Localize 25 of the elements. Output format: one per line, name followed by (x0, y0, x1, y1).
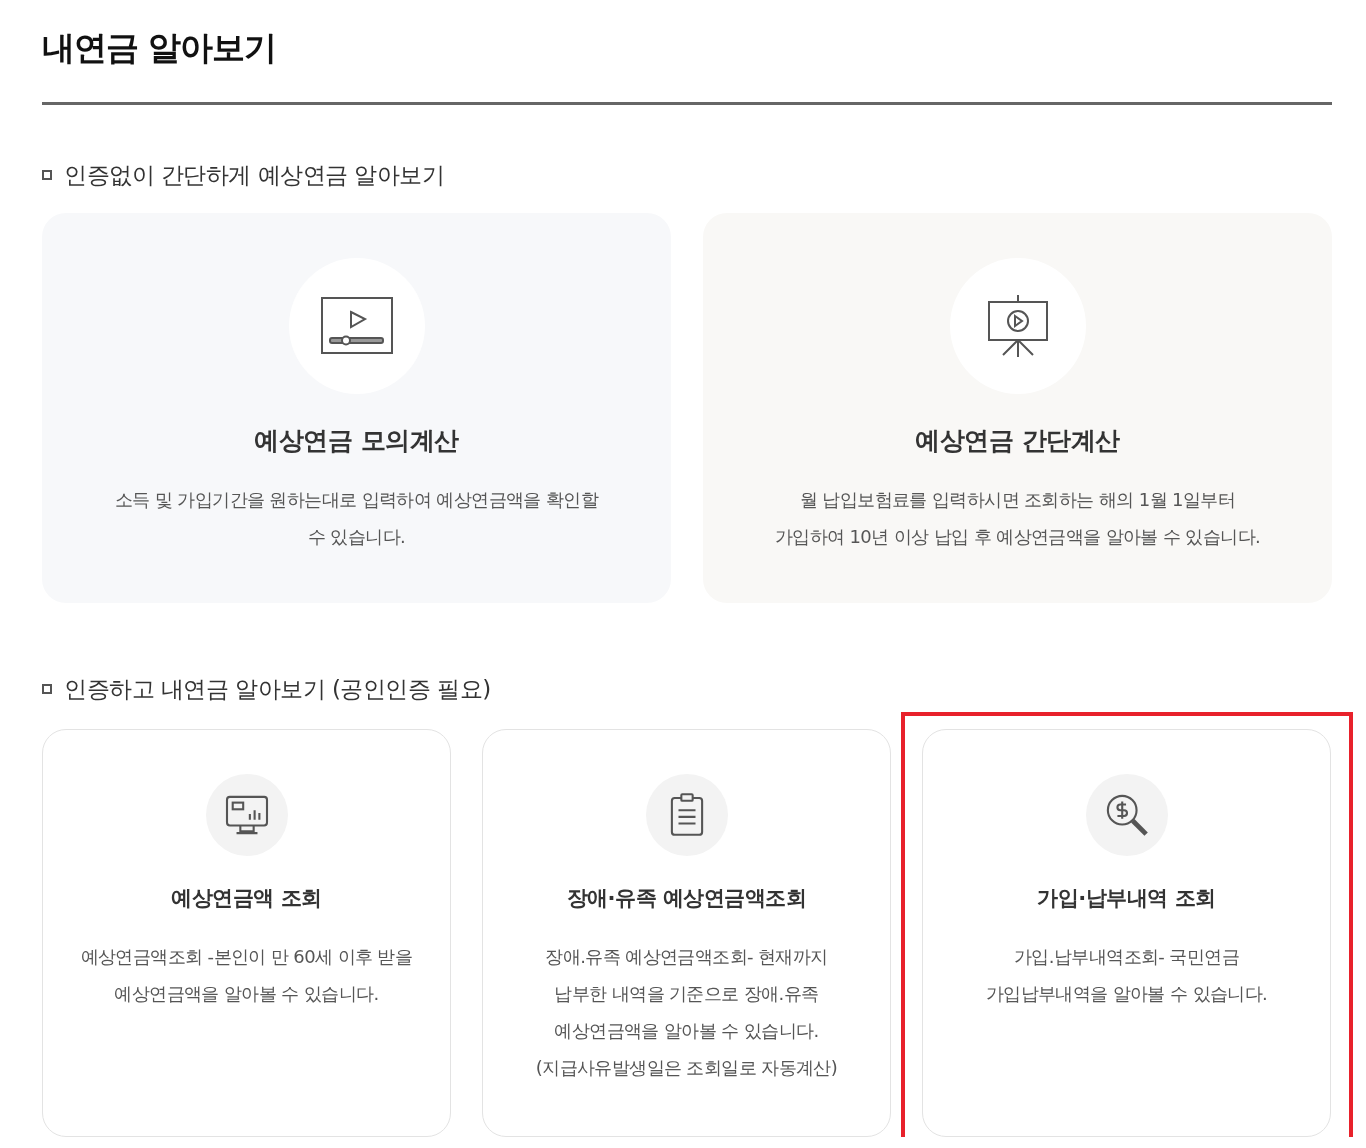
presentation-board-icon (986, 294, 1049, 358)
card-title: 예상연금 간단계산 (915, 425, 1120, 457)
card-description: 가입.납부내역조회- 국민연금 가입납부내역을 알아볼 수 있습니다. (985, 945, 1268, 1006)
card-title: 가입·납부내역 조회 (1037, 885, 1216, 912)
card-title: 예상연금 모의계산 (254, 425, 459, 457)
dollar-magnifier-icon (1104, 793, 1149, 837)
service-card[interactable]: 장애·유족 예상연금액조회 장애.유족 예상연금액조회- 현재까지 납부한 내역을 기준으로 장애.유족 예상연금액을 알아볼 수 있습니다. (지급사유발생일은 조회일로 자동계산) (482, 729, 891, 1137)
service-card[interactable]: 예상연금 모의계산 소득 및 가입기간을 원하는대로 입력하여 예상연금액을 확인할 수 있습니다. (42, 213, 671, 603)
card-title: 예상연금액 조회 (171, 885, 322, 912)
bullet-icon (42, 684, 52, 694)
clipboard-icon (669, 793, 704, 837)
card-title: 장애·유족 예상연금액조회 (566, 885, 807, 912)
card-description: 예상연금액조회 -본인이 만 60세 이후 받을 예상연금액을 알아볼 수 있습니다. (80, 945, 413, 1006)
service-card[interactable]: 예상연금액 조회 예상연금액조회 -본인이 만 60세 이후 받을 예상연금액을 알아볼 수 있습니다. (42, 729, 451, 1137)
video-player-icon (320, 297, 393, 355)
section-heading: 인증하고 내연금 알아보기 (공인인증 필요) (64, 674, 491, 704)
card-description: 장애.유족 예상연금액조회- 현재까지 납부한 내역을 기준으로 장애.유족 예상연금액을 알아볼 수 있습니다. (지급사유발생일은 조회일로 자동계산) (535, 945, 838, 1080)
bullet-icon (42, 170, 52, 180)
service-card[interactable]: 예상연금 간단계산 월 납입보험료를 입력하시면 조회하는 해의 1월 1일부터 가입하여 10년 이상 납입 후 예상연금액을 알아볼 수 있습니다. (703, 213, 1332, 603)
card-description: 소득 및 가입기간을 원하는대로 입력하여 예상연금액을 확인할 수 있습니다. (114, 488, 599, 549)
section-heading: 인증없이 간단하게 예상연금 알아보기 (64, 160, 445, 190)
page-title: 내연금 알아보기 (42, 27, 278, 69)
card-description: 월 납입보험료를 입력하시면 조회하는 해의 1월 1일부터 가입하여 10년 이상 납입 후 예상연금액을 알아볼 수 있습니다. (774, 488, 1261, 549)
service-card[interactable]: 가입·납부내역 조회 가입.납부내역조회- 국민연금 가입납부내역을 알아볼 수 있습니다. (922, 729, 1331, 1137)
monitor-chart-icon (224, 795, 269, 835)
